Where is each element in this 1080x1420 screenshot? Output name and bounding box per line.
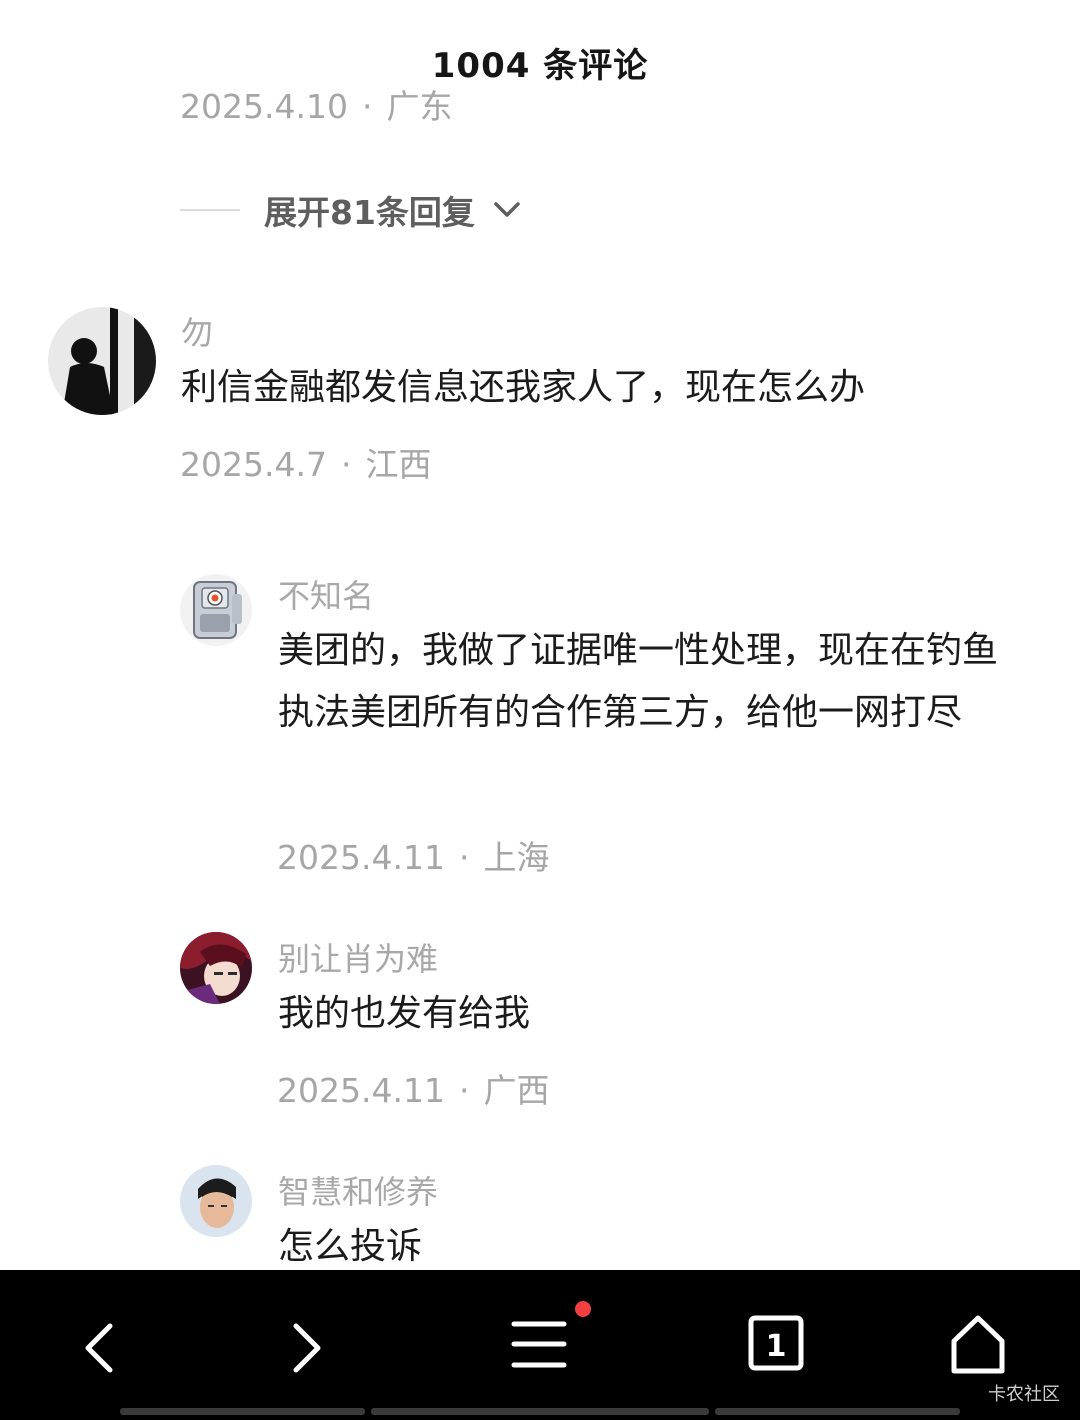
- avatar[interactable]: [48, 307, 156, 415]
- tab-indicator: [371, 1408, 709, 1415]
- comment-location: 江西: [365, 445, 432, 484]
- avatar-robot-icon: [180, 574, 252, 646]
- reply-username[interactable]: 智慧和修养: [278, 1167, 438, 1213]
- avatar-silhouette-icon: [48, 307, 156, 415]
- chevron-down-icon: [494, 202, 520, 217]
- comment-date: 2025.4.7: [180, 445, 327, 484]
- tab-count: 1: [766, 1329, 787, 1364]
- reply-meta: 2025.4.11 · 广西: [277, 1064, 549, 1112]
- reply-meta: 2025.4.11 · 上海: [277, 831, 549, 879]
- divider: [180, 209, 240, 211]
- reply-date: 2025.4.11: [277, 1071, 445, 1110]
- comment-date: 2025.4.10: [180, 87, 348, 126]
- meta-separator: ·: [458, 838, 470, 877]
- tabs-button[interactable]: 1: [736, 1308, 816, 1388]
- reply-username[interactable]: 不知名: [278, 571, 374, 617]
- forward-button[interactable]: [266, 1308, 346, 1388]
- page-title: 1004 条评论: [431, 46, 649, 86]
- avatar-anime-icon: [180, 932, 252, 1004]
- browser-navbar: 1: [0, 1270, 1080, 1420]
- notification-dot: [575, 1301, 591, 1317]
- avatar[interactable]: [180, 932, 252, 1004]
- comment-location: 广东: [386, 87, 453, 126]
- reply-text: 我的也发有给我: [278, 993, 531, 1034]
- avatar[interactable]: [180, 574, 252, 646]
- comment-meta: 2025.4.7 · 江西: [180, 438, 431, 486]
- avatar[interactable]: [180, 1165, 252, 1237]
- reply-date: 2025.4.11: [277, 838, 445, 877]
- avatar-person-icon: [180, 1165, 252, 1237]
- back-icon: [85, 1323, 113, 1373]
- menu-button[interactable]: [500, 1308, 580, 1388]
- expand-replies-button[interactable]: 展开81条回复: [180, 190, 523, 232]
- watermark-text: 卡农社区: [988, 1384, 1060, 1405]
- comment-username[interactable]: 勿: [181, 308, 213, 354]
- comment-meta: 2025.4.10 · 广东: [180, 80, 452, 128]
- expand-replies-label: 展开81条回复: [264, 193, 475, 232]
- reply-text: 美团的，我做了证据唯一性处理，现在在钓鱼执法美团所有的合作第三方，给他一网打尽: [278, 630, 999, 733]
- forward-icon: [293, 1323, 321, 1373]
- comment-text: 利信金融都发信息还我家人了，现在怎么办: [181, 367, 866, 408]
- reply-location: 上海: [483, 838, 550, 877]
- tabs-icon: 1: [748, 1315, 804, 1371]
- tab-indicator: [120, 1408, 365, 1415]
- home-button[interactable]: [938, 1308, 1018, 1388]
- back-button[interactable]: [60, 1308, 140, 1388]
- meta-separator: ·: [458, 1071, 470, 1110]
- home-icon: [951, 1315, 1005, 1374]
- meta-separator: ·: [340, 445, 352, 484]
- menu-icon: [511, 1321, 567, 1368]
- reply-username[interactable]: 别让肖为难: [278, 934, 438, 980]
- meta-separator: ·: [361, 87, 373, 126]
- reply-text: 怎么投诉: [278, 1226, 423, 1267]
- tab-indicator: [715, 1408, 960, 1415]
- reply-location: 广西: [483, 1071, 550, 1110]
